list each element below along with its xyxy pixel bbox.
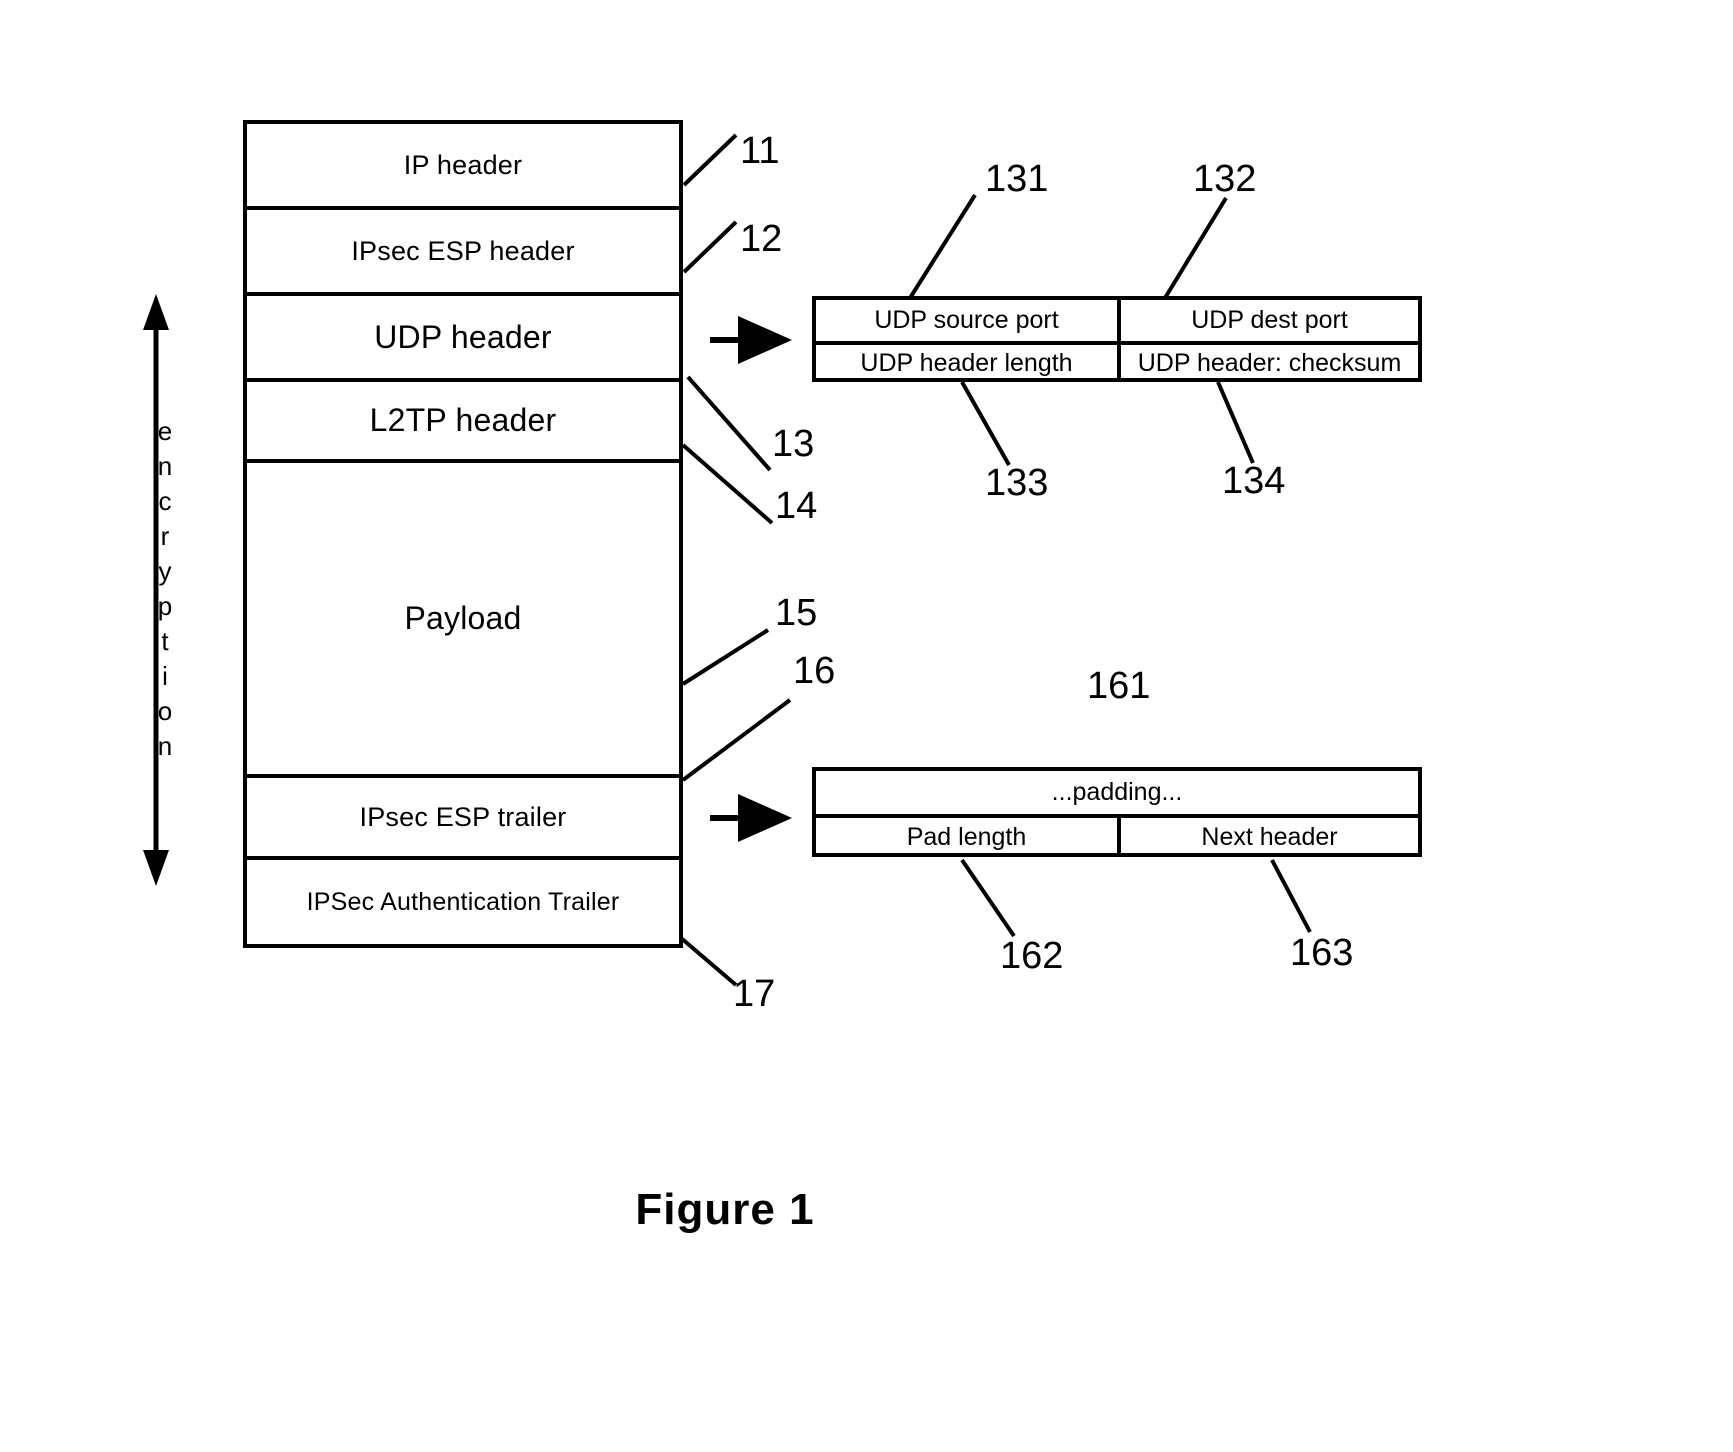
leader-line-134 [1216,381,1255,464]
reference-numeral-131: 131 [985,158,1049,200]
leader-line-131 [908,193,977,300]
encryption-axis: e n c r y p t i o n [130,292,200,887]
reference-numeral-13: 13 [772,423,815,465]
figure-caption: Figure 1 [635,1185,815,1234]
udp-dest-port-cell: UDP dest port [1117,300,1418,341]
encryption-label-vertical: e n c r y p t i o n [130,414,200,764]
reference-numeral-134: 134 [1222,460,1286,502]
encryption-letter: y [158,556,172,586]
packet-row-label: UDP header [374,318,552,355]
leader-line-16 [681,698,792,782]
encryption-letter: n [157,731,173,761]
next-header-cell: Next header [1117,818,1418,857]
reference-numeral-14: 14 [775,485,818,527]
packet-row-ipsec-authentication-trailer: IPSec Authentication Trailer [247,860,679,944]
udp-header-length-cell: UDP header length [816,345,1117,382]
reference-numeral-161: 161 [1087,665,1151,707]
patent-figure-1: e n c r y p t i o n IP header IPsec ESP … [0,0,1733,1452]
leader-line-133 [960,381,1011,466]
leader-line-13 [686,375,772,472]
encryption-letter: t [161,626,169,656]
encryption-letter: n [157,451,173,481]
reference-numeral-163: 163 [1290,932,1354,974]
leader-line-11 [682,133,738,187]
packet-row-label: IP header [403,149,523,180]
reference-numeral-16: 16 [793,650,836,692]
packet-row-ip-header: IP header [247,124,679,210]
packet-row-l2tp-header: L2TP header [247,382,679,463]
ipsec-l2tp-packet-stack: IP header IPsec ESP header UDP header L2… [243,120,683,948]
packet-row-label: L2TP header [369,402,557,438]
udp-header-length-label: UDP header length [860,349,1073,377]
esp-trailer-detail-box: ...padding... Pad length Next header [812,767,1422,857]
pad-length-label: Pad length [906,823,1027,851]
packet-row-label: IPSec Authentication Trailer [306,887,620,916]
leader-line-163 [1270,859,1312,933]
encryption-letter: p [157,591,173,621]
encryption-letter: i [162,661,168,691]
reference-numeral-15: 15 [775,592,818,634]
reference-numeral-12: 12 [740,218,783,260]
reference-numeral-132: 132 [1193,158,1257,200]
packet-row-payload: Payload [247,463,679,778]
udp-source-port-label: UDP source port [874,306,1059,334]
reference-numeral-17: 17 [733,973,776,1015]
leader-line-17 [679,936,738,987]
pad-length-cell: Pad length [816,818,1117,857]
esp-trailer-detail-row-1: ...padding... [816,771,1418,814]
packet-row-udp-header: UDP header [247,296,679,382]
encryption-letter: e [157,416,173,446]
leader-line-14 [681,443,774,525]
reference-numeral-11: 11 [740,130,780,172]
udp-source-port-cell: UDP source port [816,300,1117,341]
udp-header-checksum-label: UDP header: checksum [1137,349,1402,377]
packet-row-label: IPsec ESP trailer [359,801,567,832]
udp-header-detail-box: UDP source port UDP dest port UDP header… [812,296,1422,382]
leader-line-132 [1163,196,1228,300]
packet-row-ipsec-esp-header: IPsec ESP header [247,210,679,296]
reference-numeral-133: 133 [985,462,1049,504]
next-header-label: Next header [1201,823,1338,851]
udp-dest-port-label: UDP dest port [1191,306,1348,334]
encryption-letter: r [160,521,170,551]
esp-trailer-detail-row-2: Pad length Next header [816,814,1418,857]
packet-row-label: IPsec ESP header [351,235,575,266]
encryption-letter: c [158,486,172,516]
leader-line-162 [960,858,1016,938]
leader-line-15 [681,628,770,686]
udp-header-checksum-cell: UDP header: checksum [1117,345,1418,382]
padding-cell: ...padding... [816,771,1418,814]
reference-numeral-162: 162 [1000,935,1064,977]
packet-row-ipsec-esp-trailer: IPsec ESP trailer [247,778,679,860]
udp-detail-row-1: UDP source port UDP dest port [816,300,1418,341]
leader-line-12 [682,220,738,274]
encryption-letter: o [157,696,173,726]
udp-detail-row-2: UDP header length UDP header: checksum [816,341,1418,382]
packet-row-label: Payload [404,600,522,636]
padding-label: ...padding... [1051,778,1183,806]
